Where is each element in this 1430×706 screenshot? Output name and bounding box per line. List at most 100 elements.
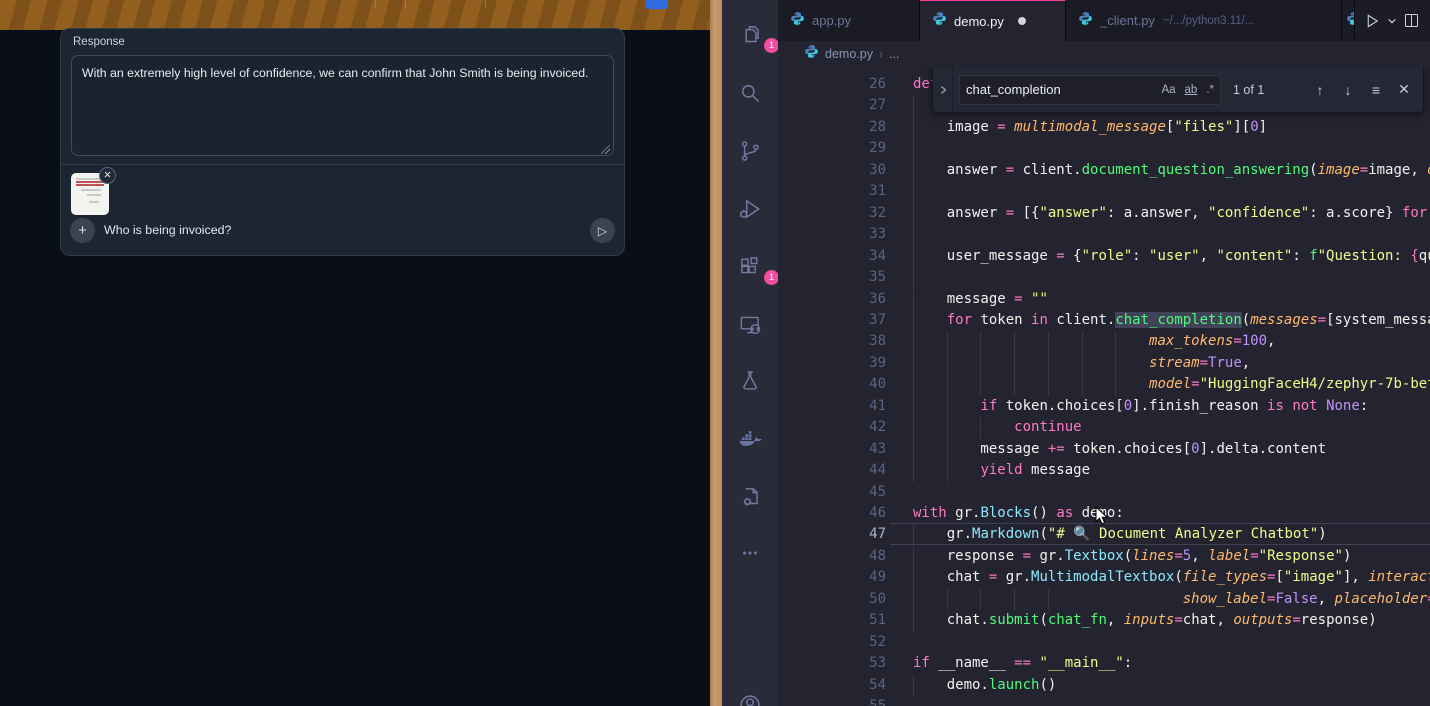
line-number: 54 xyxy=(778,675,886,696)
run-python-file-icon[interactable] xyxy=(1363,12,1381,30)
line-number: 51 xyxy=(778,610,886,631)
code-text: for token in client.chat_completion(mess… xyxy=(913,310,1430,331)
find-close-icon[interactable]: ✕ xyxy=(1391,77,1417,103)
testing-icon[interactable] xyxy=(737,368,763,394)
extensions-icon[interactable]: 1 xyxy=(737,254,763,280)
send-icon: ▷ xyxy=(598,224,607,238)
python-file-icon xyxy=(1346,11,1355,31)
line-number: 40 xyxy=(778,374,886,395)
window-divider-strip[interactable] xyxy=(710,0,722,706)
find-in-selection-icon[interactable]: ≡ xyxy=(1363,77,1389,103)
tab-_client.py[interactable]: _client.py~/.../python3.11/... xyxy=(1066,0,1342,41)
line-number: 48 xyxy=(778,546,886,567)
textarea-resize-handle[interactable] xyxy=(601,145,610,154)
code-line-36[interactable]: 36 message = "" xyxy=(778,289,1430,310)
line-number: 35 xyxy=(778,267,886,288)
titlebar-separator xyxy=(375,0,376,8)
more-icon[interactable] xyxy=(737,540,763,566)
breadcrumb-file[interactable]: demo.py xyxy=(825,47,873,61)
tab-app.py[interactable]: app.py xyxy=(778,0,920,41)
code-line-51[interactable]: 51 chat.submit(chat_fn, inputs=chat, out… xyxy=(778,610,1430,631)
send-button[interactable]: ▷ xyxy=(590,218,615,243)
code-line-52[interactable]: 52 xyxy=(778,632,1430,653)
browser-titlebar[interactable] xyxy=(0,0,710,30)
code-line-42[interactable]: 42 continue xyxy=(778,417,1430,438)
thumb-detail xyxy=(81,189,101,191)
thumb-detail xyxy=(76,184,104,186)
code-line-54[interactable]: 54 demo.launch() xyxy=(778,675,1430,696)
run-dropdown-chevron-icon[interactable] xyxy=(1387,16,1397,26)
tools-file-icon[interactable] xyxy=(737,484,763,510)
match-case-icon[interactable]: Aa xyxy=(1161,84,1175,96)
code-line-50[interactable]: 50 show_label=False, placeholder= xyxy=(778,589,1430,610)
remove-image-button[interactable]: ✕ xyxy=(99,167,116,184)
code-line-29[interactable]: 29 xyxy=(778,138,1430,159)
code-line-44[interactable]: 44 yield message xyxy=(778,460,1430,481)
code-line-28[interactable]: 28 image = multimodal_message["files"][0… xyxy=(778,117,1430,138)
code-line-48[interactable]: 48 response = gr.Textbox(lines=5, label=… xyxy=(778,546,1430,567)
line-number: 33 xyxy=(778,224,886,245)
find-previous-icon[interactable]: ↑ xyxy=(1307,77,1333,103)
run-debug-icon[interactable] xyxy=(737,196,763,222)
code-line-40[interactable]: 40 model="HuggingFaceH4/zephyr-7b-beta")… xyxy=(778,374,1430,395)
explorer-icon[interactable]: 1 xyxy=(737,22,763,48)
line-number: 29 xyxy=(778,138,886,159)
code-line-43[interactable]: 43 message += token.choices[0].delta.con… xyxy=(778,439,1430,460)
whole-word-icon[interactable]: ab xyxy=(1185,84,1198,96)
code-text: model="HuggingFaceH4/zephyr-7b-beta"): xyxy=(913,374,1430,395)
titlebar-separator xyxy=(405,0,406,8)
code-line-39[interactable]: 39 stream=True, xyxy=(778,353,1430,374)
code-line-41[interactable]: 41 if token.choices[0].finish_reason is … xyxy=(778,396,1430,417)
python-file-icon xyxy=(804,44,819,64)
chevron-right-icon xyxy=(938,84,948,96)
breadcrumb[interactable]: demo.py › ... xyxy=(778,41,1430,67)
account-icon[interactable] xyxy=(737,692,763,706)
find-toggle-replace[interactable] xyxy=(933,67,953,112)
line-number: 37 xyxy=(778,310,886,331)
mouse-cursor xyxy=(1095,506,1110,532)
source-control-icon[interactable] xyxy=(737,138,763,164)
vscode-window: 11 app.pydemo.py_client.py~/.../python3.… xyxy=(722,0,1430,706)
chat-input-text[interactable]: Who is being invoiced? xyxy=(104,223,231,237)
add-file-button[interactable]: + xyxy=(70,218,95,243)
code-text: answer = [{"answer": a.answer, "confiden… xyxy=(913,203,1430,224)
remote-explorer-icon[interactable] xyxy=(737,312,763,338)
code-line-32[interactable]: 32 answer = [{"answer": a.answer, "confi… xyxy=(778,203,1430,224)
docker-icon[interactable] xyxy=(737,426,763,452)
code-editor[interactable]: 26def chat_fn(multimodal_message):27 que… xyxy=(778,67,1430,706)
search-icon[interactable] xyxy=(737,80,763,106)
code-line-34[interactable]: 34 user_message = {"role": "user", "cont… xyxy=(778,246,1430,267)
breadcrumb-separator: › xyxy=(879,47,883,61)
code-line-31[interactable]: 31 xyxy=(778,181,1430,202)
regex-icon[interactable]: .* xyxy=(1206,84,1214,96)
code-line-45[interactable]: 45 xyxy=(778,482,1430,503)
tab-demo.py[interactable]: demo.py xyxy=(920,0,1066,41)
line-number: 47 xyxy=(778,524,886,545)
code-text: demo.launch() xyxy=(913,675,1430,696)
find-input[interactable]: chat_completion Aa ab .* xyxy=(959,75,1221,105)
code-text: if __name__ == "__main__": xyxy=(913,653,1430,674)
code-line-35[interactable]: 35 xyxy=(778,267,1430,288)
split-editor-icon[interactable] xyxy=(1403,12,1420,29)
tab-partially-hidden[interactable] xyxy=(1342,0,1355,41)
find-query-text[interactable]: chat_completion xyxy=(966,82,1152,97)
breadcrumb-more[interactable]: ... xyxy=(889,47,899,61)
plus-icon: + xyxy=(78,222,87,239)
code-line-55[interactable]: 55 xyxy=(778,696,1430,706)
code-line-30[interactable]: 30 answer = client.document_question_ans… xyxy=(778,160,1430,181)
code-text: gr.Markdown("# 🔍 Document Analyzer Chatb… xyxy=(913,524,1430,545)
response-textarea[interactable]: With an extremely high level of confiden… xyxy=(71,55,614,156)
code-line-33[interactable]: 33 xyxy=(778,224,1430,245)
code-line-37[interactable]: 37 for token in client.chat_completion(m… xyxy=(778,310,1430,331)
find-next-icon[interactable]: ↓ xyxy=(1335,77,1361,103)
code-line-53[interactable]: 53if __name__ == "__main__": xyxy=(778,653,1430,674)
code-line-38[interactable]: 38 max_tokens=100, xyxy=(778,331,1430,352)
editor-actions xyxy=(1355,0,1430,41)
code-line-49[interactable]: 49 chat = gr.MultimodalTextbox(file_type… xyxy=(778,567,1430,588)
code-text: message = "" xyxy=(913,289,1430,310)
browser-toolbar-button[interactable] xyxy=(645,0,668,9)
thumb-detail xyxy=(89,201,99,203)
code-text: yield message xyxy=(913,460,1430,481)
tab-bar: app.pydemo.py_client.py~/.../python3.11/… xyxy=(778,0,1430,41)
response-label: Response xyxy=(73,36,125,48)
